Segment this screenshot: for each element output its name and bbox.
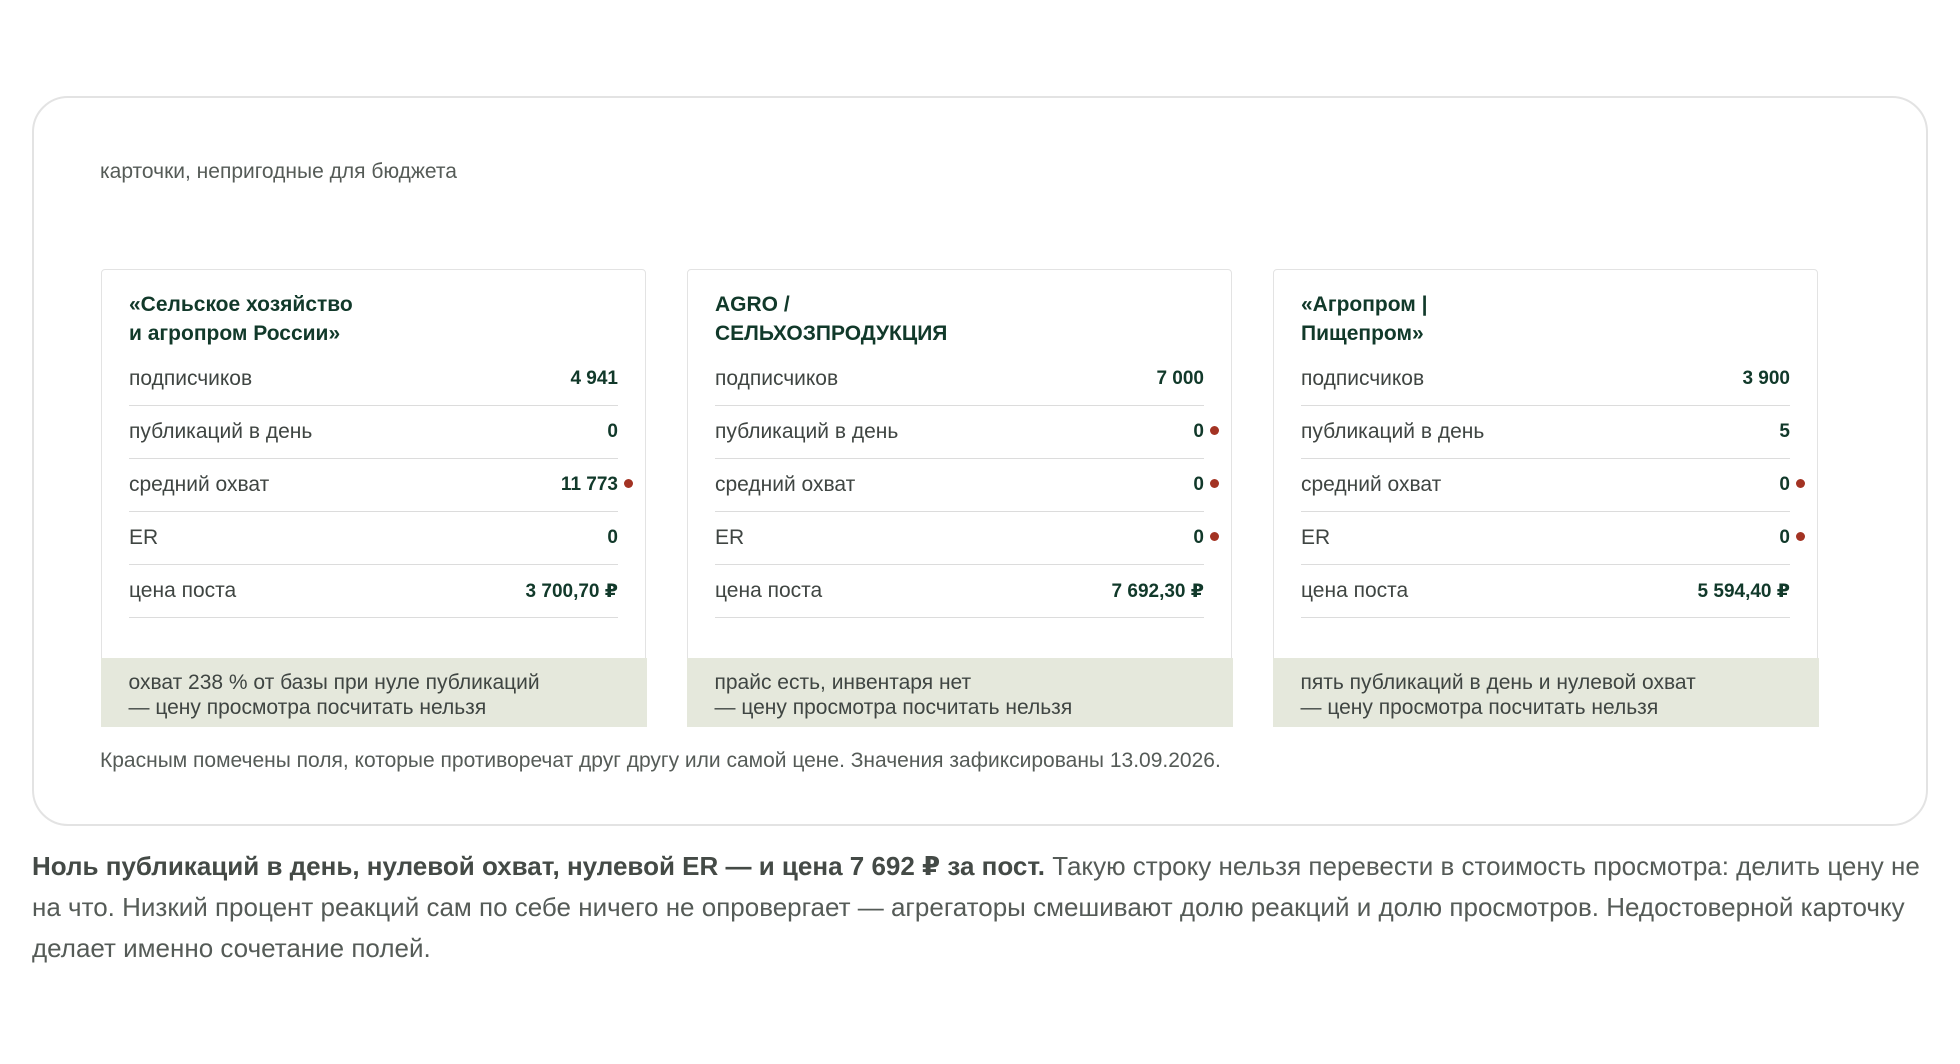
metric-row: публикаций в день 0 xyxy=(715,406,1219,459)
metric-value: 11 773 xyxy=(560,474,618,495)
metric-value: 5 xyxy=(1779,421,1790,442)
metric-row: цена поста 3 700,70 ₽ xyxy=(129,565,618,618)
metric-row: ER 0 xyxy=(1301,512,1805,565)
channel-title: «Сельское хозяйство и агропром России» xyxy=(129,293,353,345)
metric-label: цена поста xyxy=(1301,579,1409,602)
metric-label: средний охват xyxy=(129,473,270,496)
explanation-lead: Ноль публикаций в день, нулевой охват, н… xyxy=(32,851,1045,881)
metric-row: подписчиков 4 941 xyxy=(129,353,618,406)
metric-value: 3 900 xyxy=(1742,368,1790,389)
metric-label: ER xyxy=(715,526,745,549)
metric-row: средний охват 0 xyxy=(715,459,1219,512)
metric-value: 0 xyxy=(607,421,618,442)
channel-card: «Агропром | Пищепром» подписчиков 3 900 … xyxy=(1272,269,1819,727)
metric-label: публикаций в день xyxy=(1301,420,1485,443)
metric-value: 7 692,30 ₽ xyxy=(1111,580,1204,602)
contradiction-dot-icon xyxy=(1796,479,1805,488)
channel-card: «Сельское хозяйство и агропром России» п… xyxy=(100,269,647,727)
metric-label: публикаций в день xyxy=(715,420,899,443)
explanation-paragraph: Ноль публикаций в день, нулевой охват, н… xyxy=(32,846,1932,969)
metric-row: цена поста 5 594,40 ₽ xyxy=(1301,565,1790,618)
metric-value: 0 xyxy=(1779,474,1790,495)
metric-label: средний охват xyxy=(715,473,856,496)
contradiction-dot-icon xyxy=(1210,479,1219,488)
metric-row: ER 0 xyxy=(715,512,1219,565)
metric-label: цена поста xyxy=(129,579,237,602)
metrics-list: подписчиков 4 941 публикаций в день 0 ср… xyxy=(129,353,633,618)
metric-row: цена поста 7 692,30 ₽ xyxy=(715,565,1204,618)
metric-value: 0 xyxy=(1193,421,1204,442)
metric-value: 3 700,70 ₽ xyxy=(525,580,618,602)
metric-label: цена поста xyxy=(715,579,823,602)
metric-value: 5 594,40 ₽ xyxy=(1697,580,1790,602)
footnote: Красным помечены поля, которые противоре… xyxy=(100,749,1221,772)
metric-label: подписчиков xyxy=(129,367,253,390)
metric-label: подписчиков xyxy=(715,367,839,390)
metric-label: ER xyxy=(129,526,159,549)
metric-value: 0 xyxy=(607,527,618,548)
contradiction-dot-icon xyxy=(1210,532,1219,541)
channel-title: «Агропром | Пищепром» xyxy=(1301,293,1428,345)
contradiction-dot-icon xyxy=(1796,532,1805,541)
metric-value: 0 xyxy=(1193,474,1204,495)
metric-label: ER xyxy=(1301,526,1331,549)
metric-row: ER 0 xyxy=(129,512,618,565)
metric-value: 4 941 xyxy=(570,368,618,389)
metric-value: 0 xyxy=(1193,527,1204,548)
contradiction-dot-icon xyxy=(1210,426,1219,435)
metric-label: подписчиков xyxy=(1301,367,1425,390)
verdict-note: прайс есть, инвентаря нет — цену просмот… xyxy=(686,657,1233,727)
metric-row: подписчиков 7 000 xyxy=(715,353,1204,406)
metric-row: публикаций в день 0 xyxy=(129,406,618,459)
metric-row: средний охват 11 773 xyxy=(129,459,633,512)
channel-title: AGRO / СЕЛЬХОЗПРОДУКЦИЯ xyxy=(715,293,948,345)
metrics-list: подписчиков 3 900 публикаций в день 5 ср… xyxy=(1301,353,1805,618)
metric-row: подписчиков 3 900 xyxy=(1301,353,1790,406)
section-label: карточки, непригодные для бюджета xyxy=(100,160,457,183)
metric-row: средний охват 0 xyxy=(1301,459,1805,512)
metric-row: публикаций в день 5 xyxy=(1301,406,1790,459)
channel-card: AGRO / СЕЛЬХОЗПРОДУКЦИЯ подписчиков 7 00… xyxy=(686,269,1233,727)
contradiction-dot-icon xyxy=(624,479,633,488)
verdict-note: пять публикаций в день и нулевой охват —… xyxy=(1272,657,1819,727)
metric-value: 7 000 xyxy=(1156,368,1204,389)
metric-label: средний охват xyxy=(1301,473,1442,496)
metric-value: 0 xyxy=(1779,527,1790,548)
metric-label: публикаций в день xyxy=(129,420,313,443)
metrics-list: подписчиков 7 000 публикаций в день 0 ср… xyxy=(715,353,1219,618)
verdict-note: охват 238 % от базы при нуле публикаций … xyxy=(100,657,647,727)
